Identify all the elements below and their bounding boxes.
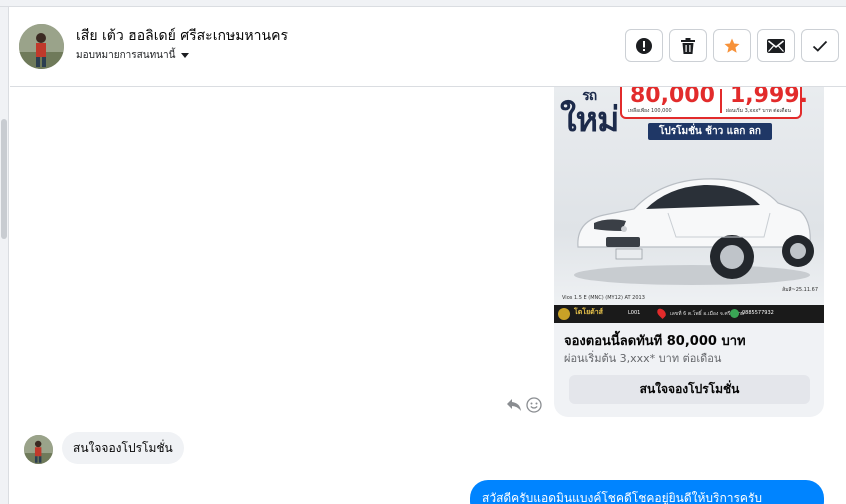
delete-button[interactable] bbox=[669, 29, 707, 62]
spam-button[interactable] bbox=[625, 29, 663, 62]
promo-price-monthly-note: ผ่อนเริ่ม 3,xxx* บาท ต่อเดือน bbox=[726, 108, 791, 114]
promo-price-divider bbox=[720, 89, 722, 113]
promo-big-word: ใหม่ bbox=[560, 100, 619, 140]
caret-down-icon bbox=[181, 53, 190, 58]
reserve-promotion-button[interactable]: สนใจจองโปรโมชั่น bbox=[569, 375, 810, 404]
contact-avatar[interactable] bbox=[19, 24, 64, 69]
promo-footer-brand: โตโยต้าส์ bbox=[574, 308, 603, 316]
left-panel-edge bbox=[0, 7, 9, 504]
reply-icon[interactable] bbox=[506, 398, 522, 412]
header-actions bbox=[625, 29, 839, 62]
message-tools bbox=[506, 397, 542, 413]
promotion-image[interactable]: รถ ใหม่ 80,000 1,999. เหลือเพียง 100,000… bbox=[554, 87, 824, 323]
dealer-logo-icon bbox=[558, 308, 570, 320]
incoming-message: สนใจจองโปรโมชั่น bbox=[62, 432, 184, 464]
promo-price-down-note: เหลือเพียง 100,000 bbox=[628, 108, 672, 114]
promo-banner: โปรโมชั่น ช้าว แลก ลก bbox=[648, 123, 772, 140]
assign-conversation-dropdown[interactable]: มอบหมายการสนทนานี้ bbox=[76, 48, 190, 63]
star-icon bbox=[724, 38, 740, 53]
star-button[interactable] bbox=[713, 29, 751, 62]
mark-done-button[interactable] bbox=[801, 29, 839, 62]
card-title: จองตอนนี้ลดทันที 80,000 บาท bbox=[564, 334, 746, 349]
scrollbar-thumb[interactable] bbox=[1, 119, 7, 239]
assign-label: มอบหมายการสนทนานี้ bbox=[76, 50, 176, 61]
phone-icon bbox=[730, 309, 739, 318]
message-sender-avatar[interactable] bbox=[24, 435, 53, 464]
car-image bbox=[574, 178, 814, 285]
conversation-header: เสีย เต้ว ฮอลิเดย์ ศรีสะเกษมหานคร มอบหมา… bbox=[10, 8, 846, 87]
promo-footer-phone: 0885577932 bbox=[742, 310, 774, 316]
location-pin-icon bbox=[655, 306, 668, 320]
promo-price-box: 80,000 1,999. เหลือเพียง 100,000 ผ่อนเริ… bbox=[620, 87, 808, 119]
outgoing-message: สวัสดีครับแอดมินแบงค์โชคดีโชคอยู่ยินดีให… bbox=[470, 480, 824, 504]
mark-unread-button[interactable] bbox=[757, 29, 795, 62]
promo-footer-bar: โตโยต้าส์ L001 เลขที่ 6 ต.โพธิ์ อ.เมือง … bbox=[554, 305, 824, 323]
envelope-icon bbox=[767, 38, 785, 53]
trash-icon bbox=[681, 37, 695, 54]
contact-name: เสีย เต้ว ฮอลิเดย์ ศรีสะเกษมหานคร bbox=[76, 28, 288, 44]
promo-footer-code: L001 bbox=[628, 310, 641, 316]
check-icon bbox=[812, 40, 828, 52]
alert-icon bbox=[636, 37, 652, 54]
card-subtitle: ผ่อนเริ่มต้น 3,xxx* บาท ต่อเดือน bbox=[564, 352, 722, 365]
promo-price-down: 80,000 bbox=[630, 87, 715, 108]
top-strip bbox=[0, 0, 846, 7]
promo-side-note: ส้มสี~25.11.67 bbox=[782, 287, 818, 293]
promo-price-monthly: 1,999. bbox=[730, 87, 808, 108]
promotion-card: รถ ใหม่ 80,000 1,999. เหลือเพียง 100,000… bbox=[554, 87, 824, 417]
emoji-reaction-icon[interactable] bbox=[526, 397, 542, 413]
promo-model-text: Vios 1.5 E (MNC) (MY12) AT 2013 bbox=[562, 295, 645, 301]
